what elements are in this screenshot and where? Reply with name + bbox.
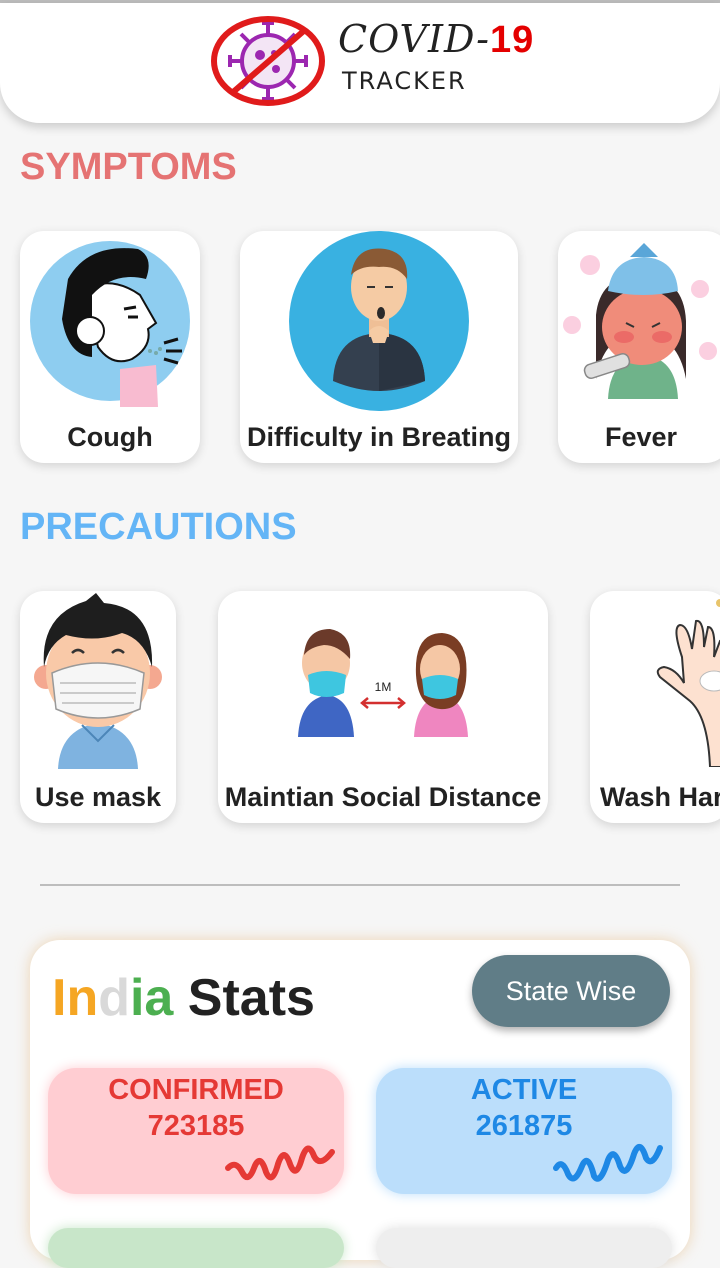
stats-title-rest: Stats — [173, 969, 315, 1027]
precaution-label: Wash Har — [600, 782, 720, 812]
symptom-label: Difficulty in Breating — [246, 422, 511, 452]
active-trend-icon — [553, 1144, 663, 1182]
active-label: ACTIVE — [470, 1074, 578, 1106]
precaution-card-mask[interactable]: Use mask — [20, 591, 176, 823]
mask-illustration — [34, 593, 162, 769]
stats-title-in: In — [52, 969, 99, 1027]
social-distance-illustration: 1M — [298, 629, 468, 737]
active-tile[interactable]: ACTIVE 261875 — [376, 1068, 672, 1194]
symptom-label: Cough — [67, 422, 153, 452]
confirmed-tile[interactable]: CONFIRMED 723185 — [48, 1068, 344, 1194]
confirmed-label: CONFIRMED — [108, 1074, 284, 1106]
stats-title-d: d — [98, 969, 130, 1027]
precaution-card-distance[interactable]: 1M Maintian Social Distance — [218, 591, 548, 823]
fever-illustration — [563, 243, 717, 399]
symptom-card-fever[interactable]: Fever — [558, 231, 720, 463]
symptoms-title: SYMPTOMS — [20, 146, 237, 188]
precautions-title: PRECAUTIONS — [20, 506, 297, 548]
stats-title: India Stats — [52, 968, 315, 1028]
logo-title: COVID-19 — [338, 17, 535, 61]
logo-number: 19 — [490, 19, 535, 61]
symptom-label: Fever — [604, 422, 678, 452]
india-stats-card: India Stats State Wise CONFIRMED 723185 … — [30, 940, 690, 1268]
precaution-card-wash[interactable]: Wash Har — [590, 591, 720, 823]
logo-subtitle: TRACKER — [342, 67, 467, 95]
virus-crossed-icon — [211, 16, 325, 106]
precaution-label: Maintian Social Distance — [224, 782, 542, 812]
breathing-difficulty-illustration — [289, 231, 469, 411]
precaution-label: Use mask — [34, 782, 162, 812]
confirmed-trend-icon — [225, 1145, 335, 1181]
wash-hands-illustration — [656, 599, 720, 767]
deceased-tile[interactable] — [376, 1228, 672, 1268]
symptom-card-breathing[interactable]: Difficulty in Breating — [240, 231, 518, 463]
symptom-card-cough[interactable]: Cough — [20, 231, 200, 463]
cough-illustration — [30, 241, 190, 407]
state-wise-button[interactable]: State Wise — [472, 955, 670, 1027]
app-header: COVID-19 TRACKER — [0, 3, 720, 123]
distance-tag: 1M — [375, 680, 392, 694]
stats-title-ia: ia — [129, 969, 174, 1027]
recovered-tile[interactable] — [48, 1228, 344, 1268]
section-divider — [40, 884, 680, 886]
